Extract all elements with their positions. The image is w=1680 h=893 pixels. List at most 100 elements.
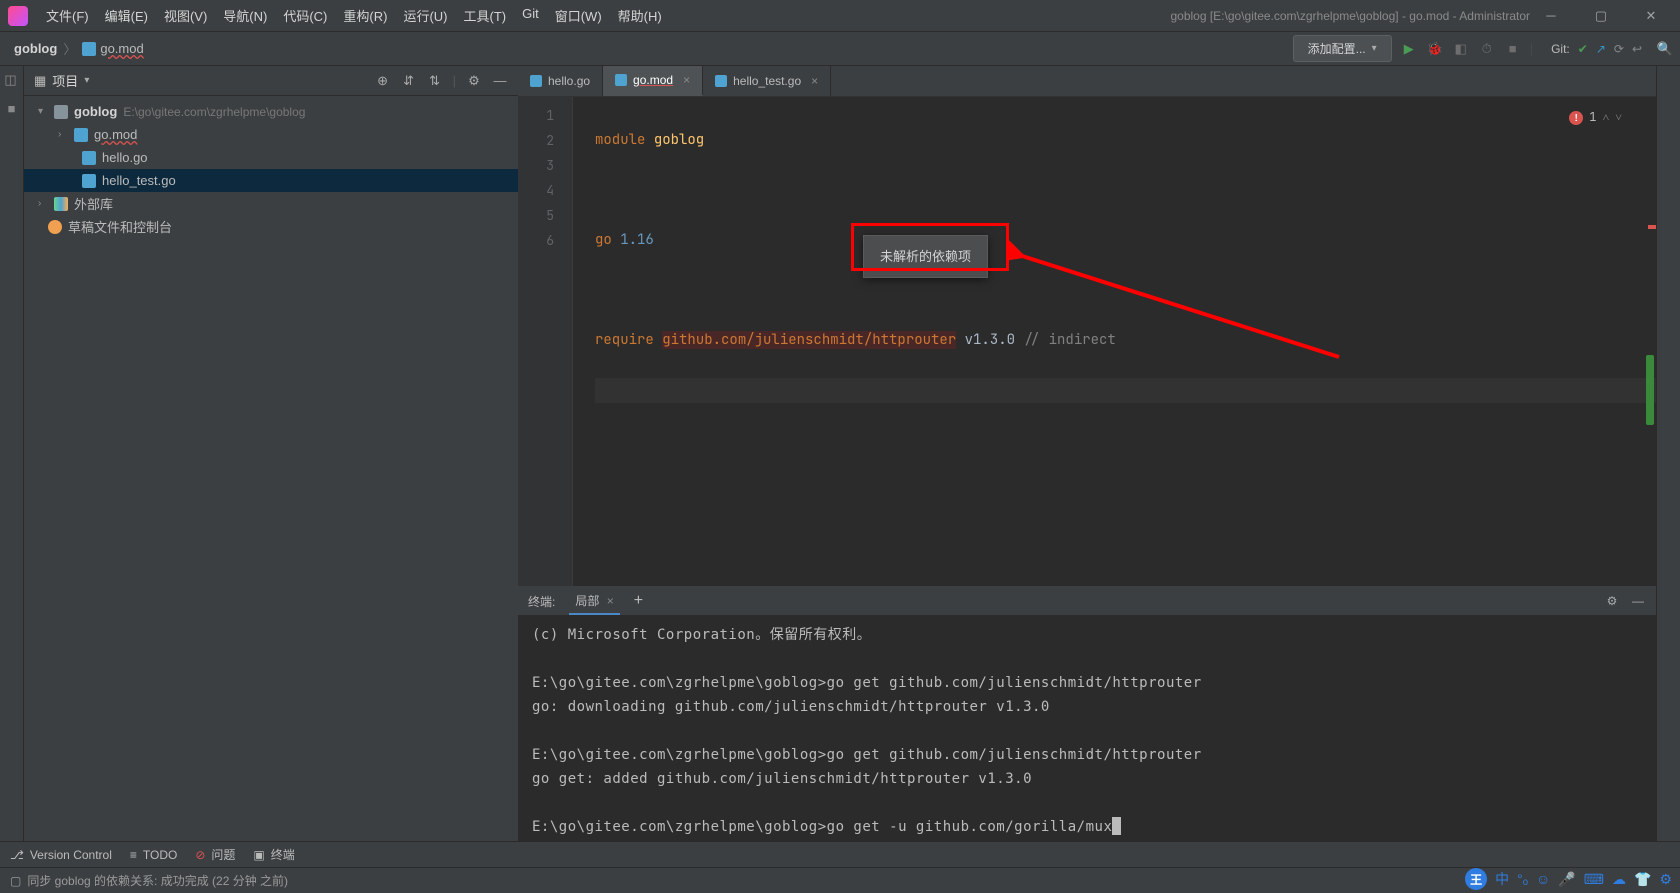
tree-file-hello[interactable]: hello.go [24,146,518,169]
prev-error-icon[interactable]: ˄ [1602,105,1609,130]
menu-navigate[interactable]: 导航(N) [217,2,273,29]
settings-icon[interactable]: ⚙ [466,73,482,89]
menu-tools[interactable]: 工具(T) [457,2,512,29]
menu-git[interactable]: Git [516,2,545,29]
next-error-icon[interactable]: ˅ [1615,105,1622,130]
menu-refactor[interactable]: 重构(R) [337,2,393,29]
ime-mic-icon[interactable]: 🎤 [1558,871,1575,888]
tree-item-label: 外部库 [74,194,113,213]
tab-close-icon[interactable]: × [811,74,818,88]
run-icon[interactable]: ▶ [1400,40,1418,58]
breadcrumb-project[interactable]: goblog [14,41,57,56]
profile-icon[interactable]: ⏱ [1478,40,1496,58]
todo-tab[interactable]: ≡ TODO [130,848,177,862]
hide-icon[interactable]: — [492,73,508,89]
minimize-button[interactable]: ─ [1530,2,1572,30]
terminal-add-tab[interactable]: + [634,592,643,610]
terminal-icon: ▣ [253,848,264,862]
problems-tab[interactable]: ⊘ 问题 [195,846,235,863]
ime-punct-icon[interactable]: °ₒ [1517,871,1528,887]
window-title: goblog [E:\go\gitee.com\zgrhelpme\goblog… [1170,9,1530,23]
terminal-title: 终端: [528,593,555,610]
git-history-icon[interactable]: ↩ [1632,42,1642,56]
collapse-icon[interactable]: ⇅ [427,73,443,89]
go-file-icon [82,151,96,165]
menu-view[interactable]: 视图(V) [158,2,213,29]
project-panel: ▦ 项目 ▾ ⊕ ⇵ ⇅ | ⚙ — ▾ goblog E:\go\gitee.… [24,66,518,841]
locate-icon[interactable]: ⊕ [375,73,391,89]
menu-code[interactable]: 代码(C) [277,2,333,29]
search-icon[interactable]: 🔍 [1656,40,1674,58]
project-panel-header: ▦ 项目 ▾ ⊕ ⇵ ⇅ | ⚙ — [24,66,518,96]
breadcrumb-file[interactable]: go.mod [82,41,143,56]
bookmarks-tool-icon[interactable]: ■ [4,100,20,116]
ime-keyboard-icon[interactable]: ⌨ [1584,871,1604,888]
structure-tool-icon[interactable]: ◫ [4,72,20,88]
tree-file-hellotest[interactable]: hello_test.go [24,169,518,192]
tree-external-libs[interactable]: › 外部库 [24,192,518,215]
editor-body[interactable]: 1 2 3 4 5 6 module goblog go 1.16 requir… [518,97,1656,586]
tree-file-label: go.mod [94,127,137,142]
git-commit-icon[interactable]: ✔ [1578,42,1588,56]
ime-skin-icon[interactable]: 👕 [1634,871,1651,888]
menu-run[interactable]: 运行(U) [397,2,453,29]
go-file-icon [615,74,627,86]
debug-icon[interactable]: 🐞 [1426,40,1444,58]
git-update-icon[interactable]: ⟳ [1614,42,1624,56]
terminal-tab-label: 局部 [575,594,599,608]
tree-file-gomod[interactable]: › go.mod [24,123,518,146]
editor-tab-hello[interactable]: hello.go [518,66,603,96]
project-root-name: goblog [74,104,117,119]
tab-label: hello_test.go [733,74,801,88]
project-view-icon: ▦ [34,73,46,89]
terminal-tab-local[interactable]: 局部 × [569,588,619,615]
terminal-hide-icon[interactable]: — [1630,593,1646,609]
ime-main-icon[interactable]: 王 [1465,868,1487,890]
project-panel-title[interactable]: 项目 [52,71,78,90]
tree-file-label: hello.go [102,150,148,165]
menu-edit[interactable]: 编辑(E) [99,2,154,29]
go-file-icon [530,75,542,87]
ime-cloud-icon[interactable]: ☁ [1612,871,1626,888]
stop-icon[interactable]: ■ [1504,40,1522,58]
app-icon [8,6,28,26]
go-file-icon [82,42,96,56]
terminal-header: 终端: 局部 × + ⚙ — [518,587,1656,615]
editor-tab-gomod[interactable]: go.mod × [603,66,703,96]
menu-help[interactable]: 帮助(H) [612,2,668,29]
minimap[interactable] [1644,105,1654,578]
terminal-tab[interactable]: ▣ 终端 [253,846,294,863]
project-tree: ▾ goblog E:\go\gitee.com\zgrhelpme\goblo… [24,96,518,242]
ime-emoji-icon[interactable]: ☺ [1536,871,1550,887]
editor-tab-hellotest[interactable]: hello_test.go × [703,66,831,96]
tree-scratches[interactable]: 草稿文件和控制台 [24,215,518,238]
terminal-output[interactable]: (c) Microsoft Corporation。保留所有权利。 E:\go\… [518,615,1656,841]
terminal-panel: 终端: 局部 × + ⚙ — (c) Microsoft Corporation… [518,586,1656,841]
window-controls: ─ ▢ ✕ [1530,2,1672,30]
go-file-icon [82,174,96,188]
git-push-icon[interactable]: ↗ [1596,42,1606,56]
breadcrumb-file-label: go.mod [100,41,143,56]
menu-window[interactable]: 窗口(W) [549,2,608,29]
ime-settings-icon[interactable]: ⚙ [1659,871,1672,888]
project-root[interactable]: ▾ goblog E:\go\gitee.com\zgrhelpme\goblo… [24,100,518,123]
run-config-button[interactable]: 添加配置... ▾ [1293,35,1392,62]
status-icon: ▢ [10,874,21,888]
tree-item-label: 草稿文件和控制台 [68,217,172,236]
scratch-icon [48,220,62,234]
titlebar: 文件(F) 编辑(E) 视图(V) 导航(N) 代码(C) 重构(R) 运行(U… [0,0,1680,32]
tab-close-icon[interactable]: × [683,73,690,87]
maximize-button[interactable]: ▢ [1580,2,1622,30]
code-content[interactable]: module goblog go 1.16 require github.com… [573,97,1656,586]
coverage-icon[interactable]: ◧ [1452,40,1470,58]
bottom-tool-tabs: ⎇ Version Control ≡ TODO ⊘ 问题 ▣ 终端 [0,841,1680,867]
terminal-settings-icon[interactable]: ⚙ [1604,593,1620,609]
version-control-tab[interactable]: ⎇ Version Control [10,848,112,862]
menu-file[interactable]: 文件(F) [40,2,95,29]
ime-bar[interactable]: 王 中 °ₒ ☺ 🎤 ⌨ ☁ 👕 ⚙ [1465,868,1672,890]
error-indicator[interactable]: ! 1 ˄ ˅ [1569,105,1622,130]
ime-lang-icon[interactable]: 中 [1495,869,1509,889]
close-button[interactable]: ✕ [1630,2,1672,30]
terminal-tab-close-icon[interactable]: × [607,594,614,608]
expand-icon[interactable]: ⇵ [401,73,417,89]
